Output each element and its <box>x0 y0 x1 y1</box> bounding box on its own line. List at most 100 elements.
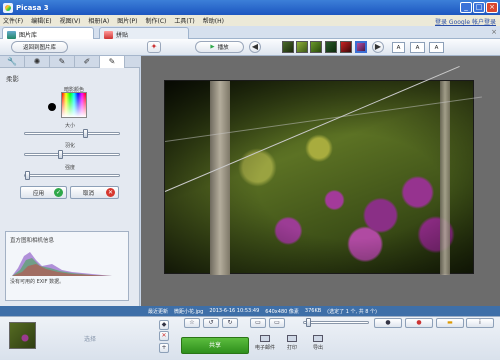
checkmark-icon: ✓ <box>54 188 63 197</box>
tab-collage-label: 拼贴 <box>116 32 129 39</box>
email-button[interactable]: 电子邮件 <box>253 335 277 351</box>
export-button[interactable]: 导出 <box>309 335 327 351</box>
tab-strip: 图片库 拼贴 × <box>0 26 500 39</box>
window-title: Picasa 3 <box>16 3 49 12</box>
effects-tab[interactable]: ✎ <box>50 56 75 68</box>
share-label: 共享 <box>208 342 221 349</box>
star-button[interactable]: ☆ <box>184 318 200 328</box>
menu-file[interactable]: 文件(F) <box>3 16 23 25</box>
minimize-button[interactable]: _ <box>460 2 472 13</box>
tray-hold-label: 选择 <box>84 336 97 343</box>
picasa-logo-icon <box>3 2 13 13</box>
edit-panel: 🔧 ✺ ✎ ✐ ✎ 柔影 暗影颜色 大小 羽化 强度 应用 ✓ 取消 ✕ 直方图… <box>0 56 140 306</box>
photo-image <box>164 66 482 275</box>
cancel-button[interactable]: 取消 ✕ <box>70 186 119 199</box>
menu-album[interactable]: 相册(A) <box>88 16 109 25</box>
caption-button-3[interactable]: A <box>429 42 444 53</box>
fence-post-right <box>440 81 450 275</box>
upload-icon[interactable]: ✦ <box>147 41 161 53</box>
apply-label: 应用 <box>33 190 45 197</box>
zoom-slider[interactable] <box>303 318 369 327</box>
cancel-label: 取消 <box>83 190 95 197</box>
menu-tools[interactable]: 工具(T) <box>174 16 194 25</box>
filmstrip-thumb-4[interactable] <box>325 41 337 53</box>
people-button[interactable]: ● <box>374 318 402 328</box>
export-label: 导出 <box>312 345 323 351</box>
rotate-right-button[interactable]: ↻ <box>222 318 238 328</box>
status-dimensions: 640x480 像素 <box>265 308 299 315</box>
back-to-library-button[interactable]: 返回到图片库 <box>11 41 68 53</box>
status-count: (选定了 1 个, 共 8 个) <box>327 308 377 315</box>
share-button[interactable]: 共享 <box>181 337 249 354</box>
menu-edit[interactable]: 编辑(E) <box>31 16 51 25</box>
effects-tab-3[interactable]: ✎ <box>100 56 125 68</box>
fence-post-left <box>210 81 230 275</box>
histogram-graph <box>12 252 112 276</box>
strength-slider-knob[interactable] <box>25 171 30 180</box>
strength-slider[interactable] <box>24 171 120 180</box>
rotate-left-button[interactable]: ↺ <box>203 318 219 328</box>
back-to-library-label: 返回到图片库 <box>22 45 56 51</box>
print-label: 打印 <box>286 345 297 351</box>
tool-tabs: 🔧 ✺ ✎ ✐ ✎ <box>0 56 140 68</box>
tag-button[interactable]: ▬ <box>436 318 464 328</box>
size-label: 大小 <box>64 123 75 129</box>
tab-collage[interactable]: 拼贴 <box>99 27 189 39</box>
collage-icon <box>104 30 113 39</box>
feather-slider[interactable] <box>24 150 120 159</box>
menu-help[interactable]: 帮助(H) <box>203 16 224 25</box>
caption-1-label: A <box>396 44 401 51</box>
printer-icon <box>287 335 297 342</box>
status-folder: 最近更新 <box>148 308 169 315</box>
filmstrip-thumb-selected[interactable] <box>355 41 367 53</box>
tuning-tab[interactable]: ✺ <box>25 56 50 68</box>
info-button[interactable]: i <box>466 318 494 328</box>
status-date: 2013-6-16 10:53:49 <box>209 308 260 314</box>
geotag-button[interactable]: ● <box>405 318 433 328</box>
play-slideshow-button[interactable]: ▶ 播放 <box>195 41 244 53</box>
tab-library[interactable]: 图片库 <box>2 27 94 39</box>
zoom-slider-knob[interactable] <box>306 318 311 327</box>
close-button[interactable]: × <box>486 2 498 13</box>
apply-button[interactable]: 应用 ✓ <box>20 186 67 199</box>
play-label: 播放 <box>217 45 229 51</box>
size-slider-knob[interactable] <box>83 129 88 138</box>
filmstrip-thumb-5[interactable] <box>340 41 352 53</box>
histogram-title: 直方图和相机信息 <box>10 238 55 244</box>
zoom-button[interactable]: ▭ <box>269 318 285 328</box>
titlebar: Picasa 3 _ □ × <box>0 0 500 15</box>
size-slider[interactable] <box>24 129 120 138</box>
google-login-link[interactable]: 登录 Google 帐户登录 <box>435 17 496 26</box>
caption-button-1[interactable]: A <box>392 42 405 53</box>
play-icon: ▶ <box>210 44 215 50</box>
tray-clear-icon[interactable]: ✕ <box>159 331 169 341</box>
exif-note: 没有可用的 EXIF 数据。 <box>10 279 65 285</box>
print-button[interactable]: 打印 <box>283 335 301 351</box>
filmstrip-thumb-3[interactable] <box>310 41 322 53</box>
filmstrip-thumb-1[interactable] <box>282 41 294 53</box>
next-photo-button[interactable]: ▶ <box>372 41 384 53</box>
effects-tab-2[interactable]: ✐ <box>75 56 100 68</box>
color-picker[interactable] <box>61 92 87 118</box>
feather-slider-knob[interactable] <box>58 150 63 159</box>
export-icon <box>313 335 323 342</box>
tray-hold-icon[interactable]: ◆ <box>159 320 169 330</box>
status-filename: 微距小花.jpg <box>174 308 204 315</box>
slideshow-mini-button[interactable]: ▭ <box>250 318 266 328</box>
previous-photo-button[interactable]: ◀ <box>249 41 261 53</box>
black-color-swatch[interactable] <box>48 103 56 111</box>
maximize-button[interactable]: □ <box>473 2 485 13</box>
tab-library-label: 图片库 <box>19 32 38 39</box>
menu-create[interactable]: 制作(C) <box>146 16 167 25</box>
close-tab-icon[interactable]: × <box>491 28 497 36</box>
histogram-panel: 直方图和相机信息 没有可用的 EXIF 数据。 <box>5 231 129 301</box>
filmstrip-thumb-2[interactable] <box>296 41 308 53</box>
basic-fixes-tab[interactable]: 🔧 <box>0 56 25 68</box>
menu-view[interactable]: 视图(V) <box>60 16 81 25</box>
window-controls: _ □ × <box>460 2 498 13</box>
menu-picture[interactable]: 图片(P) <box>117 16 137 25</box>
caption-button-2[interactable]: A <box>410 42 425 53</box>
tray-thumbnail[interactable] <box>9 322 36 349</box>
library-icon <box>7 30 16 39</box>
tray-add-icon[interactable]: + <box>159 343 169 353</box>
